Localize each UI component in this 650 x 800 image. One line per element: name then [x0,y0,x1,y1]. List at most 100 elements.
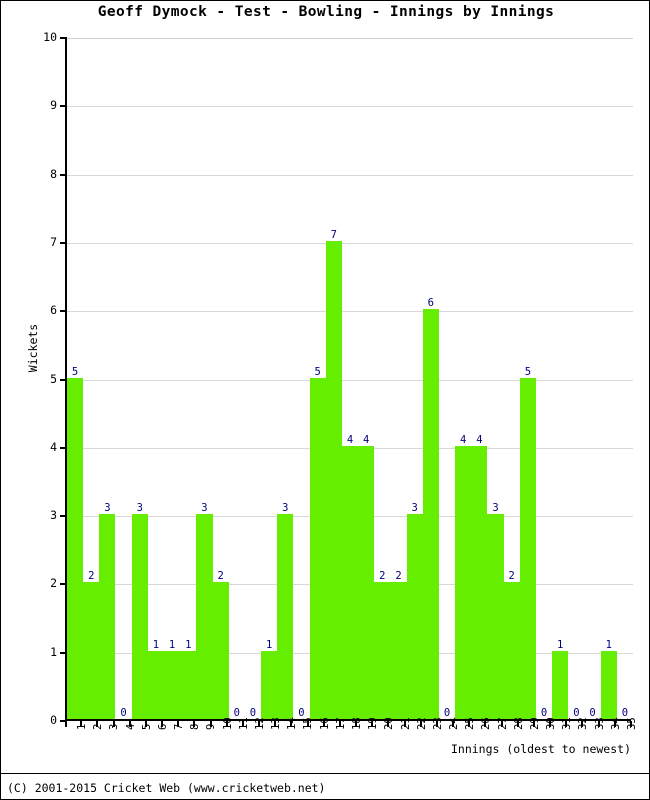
x-axis-tick-label: 33 [593,717,606,730]
x-axis-tick-label: 32 [577,717,590,730]
bar [358,445,375,719]
bar [487,514,504,719]
gridline [67,379,633,381]
x-axis-tick-label: 28 [512,717,525,730]
bowling-innings-chart: Geoff Dymock - Test - Bowling - Innings … [0,0,650,800]
bar-value-label: 4 [362,433,370,446]
bar-value-label: 2 [508,570,515,583]
bar [131,514,148,719]
x-axis-tick-label: 8 [189,723,202,730]
bar-value-label: 1 [168,638,176,651]
bar [519,377,536,719]
bar [67,377,84,719]
y-axis-tick-label: 7 [50,234,57,249]
x-axis-tick-label: 21 [399,717,412,730]
bar-value-label: 5 [524,365,532,378]
bar-value-label: 2 [395,570,402,583]
page-title: Geoff Dymock - Test - Bowling - Innings … [97,4,555,20]
y-axis-tick-label: 8 [50,166,57,181]
bar [147,650,164,719]
plot-area: 52303111320013057442236044325010010 [60,37,633,722]
y-axis-tick [60,105,67,108]
gridline [67,174,633,176]
x-axis-tick-label: 23 [431,717,444,730]
bar-value-label: 3 [282,502,289,515]
x-axis-tick-label: 3 [108,723,121,730]
y-axis-title: Wickets [26,323,40,373]
bar-value-label: 2 [379,570,386,583]
y-axis-tick [60,310,67,313]
bar [196,514,213,719]
y-axis-tick-label: 9 [50,98,57,113]
bar [261,650,278,719]
bar [212,582,229,719]
bar-value-label: 3 [492,502,499,515]
y-axis-tick-label: 10 [43,30,57,44]
x-axis-tick-label: 24 [448,717,461,730]
bar-value-label: 3 [201,502,208,515]
y-axis-tick [60,583,67,586]
bar [471,445,488,719]
x-axis-tick-label: 9 [205,723,218,730]
bar [180,650,197,719]
bar-value-label: 1 [605,638,612,651]
x-axis-tick-label: 17 [334,717,347,730]
x-axis-tick-label: 18 [351,717,363,730]
bar-value-label: 2 [217,570,224,583]
x-axis-tick-label: 6 [156,723,169,730]
x-axis-tick-label: 5 [140,723,153,730]
bar-value-label: 4 [476,433,483,446]
gridline [67,38,633,39]
x-axis-tick-label: 22 [415,717,428,730]
footer-copyright: (C) 2001-2015 Cricket Web (www.cricketwe… [7,781,326,795]
bar-value-label: 1 [265,638,273,651]
x-axis-tick-label: 29 [528,717,541,730]
bar [374,582,391,719]
y-axis-tick [60,515,67,518]
bar-value-label: 3 [136,502,143,515]
gridline [67,242,633,244]
x-axis-tick-label: 30 [545,717,558,730]
bar [277,514,294,719]
x-axis-tick-label: 1 [76,723,89,730]
bar-value-label: 6 [427,297,434,310]
bar [83,582,100,719]
y-axis-tick [60,37,67,39]
x-axis-tick-label: 10 [221,717,234,730]
y-axis-tick-label: 2 [50,576,57,591]
bar-value-label: 5 [314,365,321,378]
bar-value-label: 3 [411,502,418,515]
gridline [67,106,633,108]
bar [406,514,423,719]
x-axis-tick-label: 35 [625,717,638,730]
y-axis-tick [60,241,67,244]
bar-value-label: 4 [460,433,467,446]
x-axis-tick-label: 7 [173,723,186,730]
x-axis-tick-label: 12 [253,717,266,730]
bar [341,445,359,719]
bar-value-label: 1 [557,638,564,651]
bar [600,650,617,719]
x-axis-tick-label: 19 [367,717,380,730]
bar [455,445,472,719]
bar-value-label: 1 [185,638,192,651]
bar-value-label: 7 [330,228,337,241]
x-axis-tick-label: 27 [496,717,509,730]
bar-value-label: 3 [104,502,111,515]
y-axis-tick [60,173,67,176]
bar [325,240,342,719]
y-axis-tick-label: 3 [50,508,57,523]
y-axis-tick-label: 0 [50,713,57,727]
x-axis-tick-label: 15 [302,717,315,730]
bar-value-label: 0 [120,707,127,719]
bar [99,514,116,719]
bar-value-label: 2 [88,570,95,583]
bar-value-label: 4 [346,433,354,446]
y-axis-tick [60,446,67,449]
x-axis-tick-label: 4 [124,723,137,730]
x-axis-tick [65,721,67,727]
bar-value-label: 1 [152,638,160,651]
x-axis-tick-label: 14 [286,717,299,730]
x-axis-tick-label: 25 [464,717,477,730]
x-axis-tick-label: 31 [561,717,574,730]
